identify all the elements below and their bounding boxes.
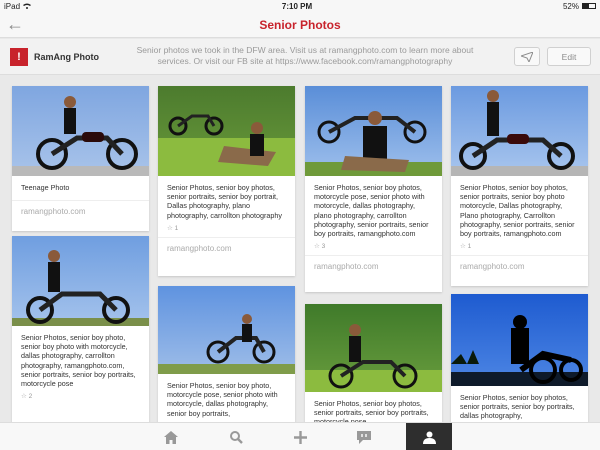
tab-bar	[0, 422, 600, 450]
repin-count: ☆ 2	[21, 393, 33, 401]
add-icon	[293, 430, 307, 444]
profile-tab[interactable]	[406, 423, 452, 450]
pin-grid: Teenage Photo ramangphoto.com Senior Pho…	[0, 76, 600, 422]
pin-description: Senior Photos, senior boy photos, senior…	[460, 393, 575, 422]
battery-icon	[581, 3, 596, 9]
pin-card[interactable]: Senior Photos, senior boy photos, senior…	[158, 86, 295, 276]
clock: 7:10 PM	[281, 1, 313, 11]
pin-source[interactable]: ramangphoto.com	[12, 200, 149, 222]
pin-image[interactable]	[305, 86, 442, 176]
repin-count: ☆ 1	[460, 243, 472, 251]
pin-image[interactable]	[158, 286, 295, 374]
search-icon	[229, 430, 243, 444]
pin-image[interactable]	[12, 86, 149, 176]
pin-image[interactable]	[451, 86, 588, 176]
pin-description: Senior Photos, senior boy photos, motorc…	[314, 183, 429, 239]
pin-source[interactable]: ramangphoto.com	[305, 255, 442, 277]
profile-icon	[422, 431, 436, 444]
device-label: iPad	[4, 1, 21, 11]
pin-image[interactable]	[12, 236, 149, 326]
pin-card[interactable]: Senior Photos, senior boy photos, motorc…	[305, 86, 442, 292]
owner-name[interactable]: RamAng Photo	[34, 52, 99, 62]
pin-source[interactable]: ramangphoto.com	[158, 236, 295, 259]
pin-card[interactable]: Senior Photos, senior boy photo, motorcy…	[158, 286, 295, 422]
battery-percent: 52%	[562, 1, 579, 11]
messages-icon	[357, 430, 371, 444]
edit-button[interactable]: Edit	[547, 47, 591, 66]
home-icon	[164, 430, 178, 444]
pin-card[interactable]: Senior Photos, senior boy photos, senior…	[451, 86, 588, 286]
pin-image[interactable]	[158, 86, 295, 176]
pin-description: Senior Photos, senior boy photos, senior…	[167, 183, 282, 220]
pin-description: Senior Photos, senior boy photos, senior…	[314, 399, 429, 422]
pin-description: Senior Photos, senior boy photo, senior …	[21, 333, 136, 389]
repin-count: ☆ 1	[167, 224, 179, 232]
pin-card[interactable]: Senior Photos, senior boy photos, senior…	[451, 294, 588, 422]
add-tab[interactable]	[281, 423, 319, 450]
send-button[interactable]	[514, 47, 540, 66]
repin-count: ☆ 3	[314, 243, 326, 251]
board-description: Senior photos we took in the DFW area. V…	[136, 45, 474, 66]
pin-description: Teenage Photo	[21, 183, 70, 192]
navigation-bar: ← Senior Photos	[0, 12, 600, 38]
send-icon	[521, 51, 533, 62]
owner-avatar[interactable]: !	[10, 48, 28, 66]
pin-card[interactable]: Senior Photos, senior boy photo, senior …	[12, 236, 149, 422]
pin-image[interactable]	[451, 294, 588, 386]
status-bar: iPad 7:10 PM 52%	[0, 0, 600, 12]
pin-image[interactable]	[305, 304, 442, 392]
board-header: ! RamAng Photo Senior photos we took in …	[0, 39, 600, 75]
search-tab[interactable]	[217, 423, 255, 450]
pin-card[interactable]: Senior Photos, senior boy photos, senior…	[305, 304, 442, 422]
wifi-icon	[23, 2, 32, 11]
pin-description: Senior Photos, senior boy photos, senior…	[460, 183, 575, 239]
pin-description: Senior Photos, senior boy photo, motorcy…	[167, 381, 278, 418]
pin-card[interactable]: Teenage Photo ramangphoto.com	[12, 86, 149, 231]
home-tab[interactable]	[152, 423, 190, 450]
page-title: Senior Photos	[259, 18, 341, 32]
pin-source[interactable]: ramangphoto.com	[451, 255, 588, 277]
messages-tab[interactable]	[345, 423, 383, 450]
